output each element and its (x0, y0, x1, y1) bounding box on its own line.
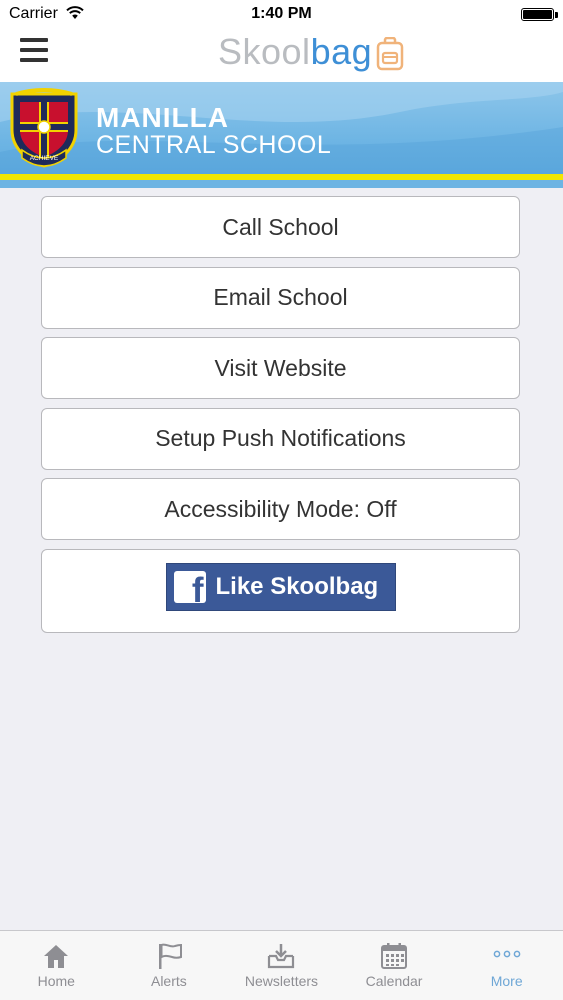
call-school-button[interactable]: Call School (41, 196, 520, 258)
tab-alerts[interactable]: Alerts (113, 931, 226, 1000)
action-list: Call School Email School Visit Website S… (41, 196, 520, 633)
school-banner: ACHIEVE MANILLA CENTRAL SCHOOL (0, 82, 563, 188)
battery-icon (521, 8, 554, 21)
school-name-line2: CENTRAL SCHOOL (96, 131, 332, 159)
brand-text-bag: bag (310, 31, 373, 72)
status-time: 1:40 PM (251, 5, 312, 22)
hamburger-menu-icon[interactable] (20, 38, 48, 64)
skoolbag-logo: Skool bag (218, 30, 405, 74)
more-dots-icon (493, 950, 521, 958)
nav-bar: Skool bag (0, 30, 563, 82)
tab-bar: Home Alerts Newsletters Calendar More (0, 930, 563, 1000)
tab-home[interactable]: Home (0, 931, 113, 1000)
facebook-like-label: Like Skoolbag (215, 572, 379, 600)
flag-icon (158, 943, 182, 969)
banner-bottom-stripe (0, 180, 563, 188)
tab-newsletters[interactable]: Newsletters (225, 931, 338, 1000)
inbox-download-icon (268, 944, 295, 969)
tab-label-newsletters: Newsletters (244, 973, 319, 989)
tab-label-home: Home (37, 973, 75, 989)
accessibility-mode-button[interactable]: Accessibility Mode: Off (41, 478, 520, 541)
home-icon (44, 945, 69, 968)
visit-website-button[interactable]: Visit Website (41, 337, 520, 400)
facebook-icon: f (173, 570, 206, 603)
facebook-like-button[interactable]: f Like Skoolbag (165, 562, 396, 611)
banner-wave-decoration (0, 82, 563, 174)
email-school-button[interactable]: Email School (41, 266, 520, 329)
tab-label-calendar: Calendar (365, 973, 423, 989)
tab-label-more: More (490, 973, 523, 989)
battery-tip (555, 12, 558, 18)
crest-motto: ACHIEVE (30, 155, 59, 162)
facebook-like-card: f Like Skoolbag (41, 548, 520, 633)
tab-label-alerts: Alerts (150, 973, 187, 989)
backpack-icon (376, 37, 404, 71)
tab-calendar[interactable]: Calendar (338, 931, 451, 1000)
status-bar: Carrier 1:40 PM (0, 0, 563, 30)
setup-push-notifications-button[interactable]: Setup Push Notifications (41, 407, 520, 470)
brand-text-skool: Skool (218, 31, 311, 72)
calendar-icon (381, 943, 408, 969)
school-name-line1: MANILLA (96, 102, 229, 133)
tab-more[interactable]: More (450, 931, 563, 1000)
school-crest-icon: ACHIEVE (10, 88, 78, 168)
